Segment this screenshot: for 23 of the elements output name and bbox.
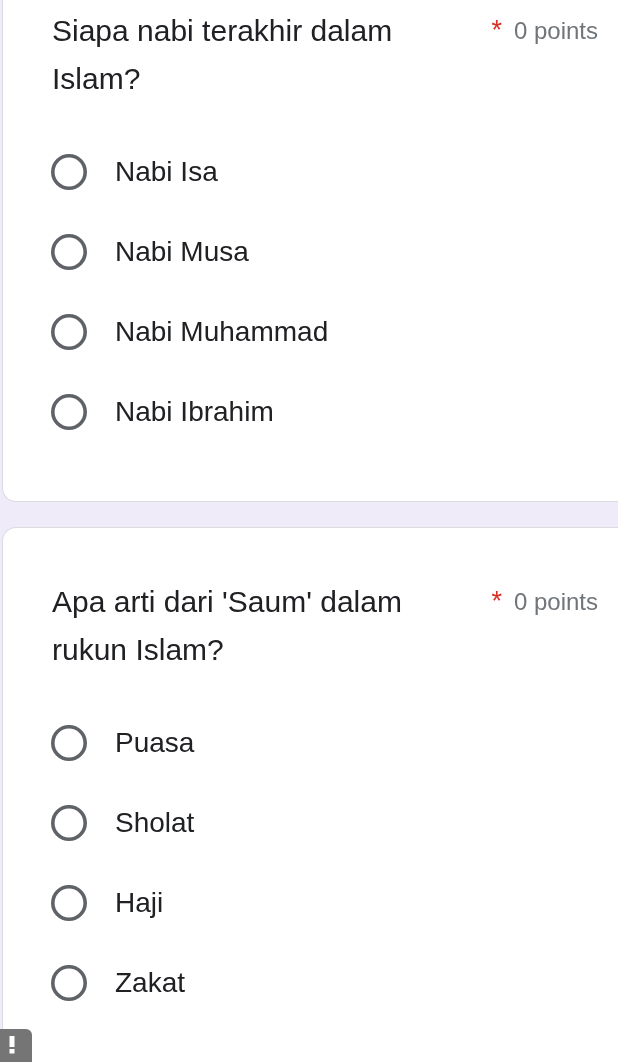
radio-button[interactable] [51,394,87,430]
radio-button[interactable] [51,234,87,270]
required-mark: * [491,587,502,615]
question-title: Siapa nabi terakhir dalam Islam? [52,13,394,97]
option-label[interactable]: Nabi Musa [115,234,249,270]
option-label[interactable]: Nabi Isa [115,154,218,190]
question-title: Apa arti dari 'Saum' dalam rukun Islam? [52,584,403,668]
exclamation-icon[interactable] [0,1029,32,1062]
points-label: 0 points [513,16,598,46]
option-label[interactable]: Nabi Muhammad [115,314,329,350]
option-label[interactable]: Nabi Ibrahim [115,394,274,430]
radio-button[interactable] [51,965,87,1001]
radio-button[interactable] [51,314,87,350]
option-label[interactable]: Haji [115,885,164,921]
option-label[interactable]: Zakat [115,965,186,1001]
option-label[interactable]: Puasa [115,725,195,761]
radio-button[interactable] [51,154,87,190]
required-mark: * [491,16,502,44]
radio-button[interactable] [51,725,87,761]
option-label[interactable]: Sholat [115,805,195,841]
radio-button[interactable] [51,885,87,921]
radio-button[interactable] [51,805,87,841]
points-label: 0 points [513,587,598,617]
